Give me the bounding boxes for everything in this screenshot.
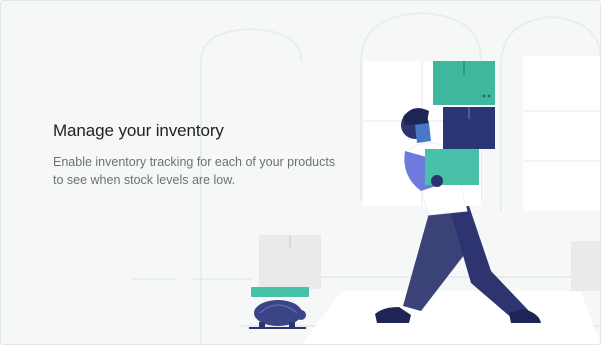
turtle-icon bbox=[249, 287, 309, 329]
description-line-1: Enable inventory tracking for each of yo… bbox=[53, 155, 336, 169]
floor-light bbox=[302, 291, 600, 344]
empty-state-card: Manage your inventory Enable inventory t… bbox=[0, 0, 601, 345]
window-right bbox=[523, 56, 600, 211]
empty-state-description: Enable inventory tracking for each of yo… bbox=[53, 153, 353, 189]
description-line-2: to see when stock levels are low. bbox=[53, 173, 236, 187]
empty-state-text: Manage your inventory Enable inventory t… bbox=[53, 121, 353, 189]
empty-state-heading: Manage your inventory bbox=[53, 121, 224, 140]
